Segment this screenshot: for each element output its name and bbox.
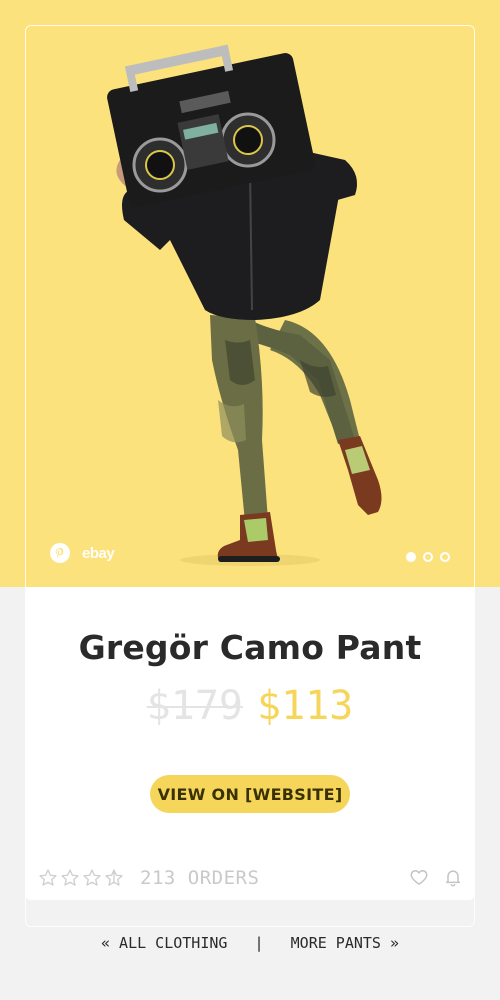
rating-row: 213 ORDERS: [38, 866, 259, 890]
separator-glyph: |: [254, 934, 264, 952]
view-on-website-button[interactable]: VIEW ON [WEBSITE]: [150, 775, 350, 813]
card-actions: [409, 867, 463, 887]
star-rating[interactable]: [38, 868, 124, 888]
heart-icon[interactable]: [409, 867, 429, 887]
star-icon[interactable]: [38, 868, 58, 888]
retailer-row: ebay: [50, 542, 115, 564]
star-icon[interactable]: [82, 868, 102, 888]
original-price: $179: [146, 683, 243, 729]
footer-nav: « ALL CLOTHING | MORE PANTS »: [0, 934, 500, 952]
half-star-icon[interactable]: [104, 868, 124, 888]
boombox-dancer-photo: [107, 44, 382, 566]
footer-separator: |: [227, 934, 290, 952]
carousel-dot-3[interactable]: [440, 552, 450, 562]
order-count: 213 ORDERS: [140, 867, 260, 889]
carousel-dots: [406, 552, 450, 562]
all-clothing-link[interactable]: « ALL CLOTHING: [101, 934, 227, 952]
price-block: $179 $113: [25, 683, 475, 729]
bell-icon[interactable]: [443, 867, 463, 887]
sale-price: $113: [257, 683, 354, 729]
star-icon[interactable]: [60, 868, 80, 888]
carousel-dot-1[interactable]: [406, 552, 416, 562]
product-title: Gregör Camo Pant: [78, 628, 422, 667]
retailer-logo: ebay: [82, 544, 115, 562]
product-hero-image[interactable]: ebay: [0, 0, 500, 587]
carousel-dot-2[interactable]: [423, 552, 433, 562]
more-pants-link[interactable]: MORE PANTS »: [291, 934, 399, 952]
pinterest-icon[interactable]: [50, 543, 70, 563]
